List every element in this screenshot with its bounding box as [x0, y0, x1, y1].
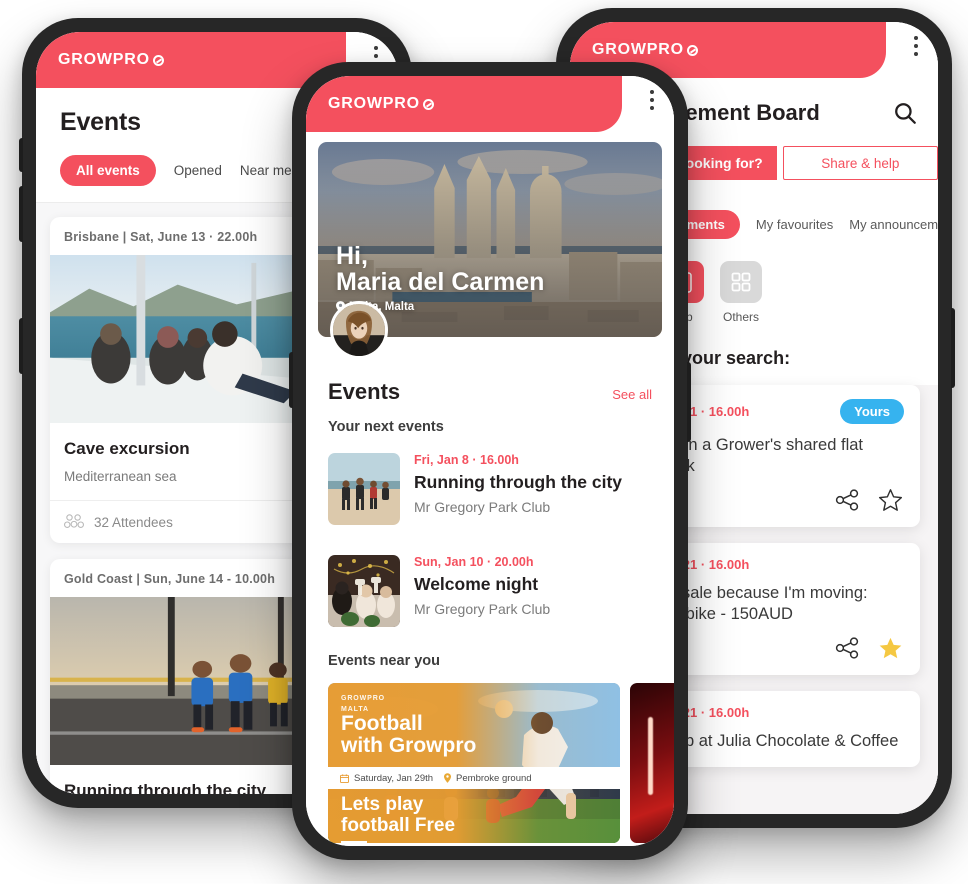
banner-title-line2: with Growpro — [341, 734, 477, 758]
people-group-icon — [64, 514, 84, 528]
next-event-row[interactable]: Fri, Jan 8 · 16.00h Running through the … — [306, 437, 674, 525]
search-icon[interactable] — [892, 100, 918, 126]
volume-button[interactable] — [289, 352, 293, 408]
greeting-text: Hi, — [336, 242, 368, 270]
banner-info-strip: Saturday, Jan 29th Pembroke ground — [328, 767, 620, 789]
events-carousel[interactable]: GROWPRO MALTA Football with Growpro Satu… — [306, 671, 674, 843]
volume-down-button[interactable] — [19, 186, 23, 242]
brand-logo-text: GROWPRO — [58, 51, 150, 68]
kebab-menu-icon[interactable] — [914, 36, 918, 56]
see-all-link[interactable]: See all — [612, 387, 652, 402]
banner-place: Pembroke ground — [456, 772, 532, 784]
brand-logo: GROWPRO — [58, 51, 164, 69]
event-place: Mr Gregory Park Club — [414, 601, 551, 617]
status-badge: Yours — [840, 399, 904, 424]
grid-squares-icon — [720, 261, 762, 303]
tab-my-announcements[interactable]: My announcements — [849, 217, 938, 232]
mute-button[interactable] — [19, 318, 23, 374]
football-banner-card[interactable]: GROWPRO MALTA Football with Growpro Satu… — [328, 683, 620, 843]
event-title: Welcome night — [414, 574, 539, 594]
center-app-bar: GROWPRO — [306, 76, 674, 132]
banner-cta: Lets play football Free — [341, 794, 456, 836]
next-event-row[interactable]: Sun, Jan 10 · 20.00h Welcome night Mr Gr… — [306, 525, 674, 627]
kebab-menu-icon[interactable] — [650, 90, 654, 110]
brand-logo: GROWPRO — [328, 95, 434, 113]
growpro-ring-icon — [686, 44, 698, 56]
beach-runners-photo — [328, 453, 400, 525]
announcement-actions — [835, 487, 904, 513]
event-attendees-label: 32 Attendees — [94, 514, 173, 530]
your-next-events-label: Your next events — [328, 419, 444, 435]
event-date: Fri, Jan 8 · 16.00h — [414, 453, 519, 467]
center-phone-screen: GROWPRO Hi, Maria del Carmen Malta, Malt… — [306, 76, 674, 846]
banner-brand-line1: GROWPRO — [341, 695, 386, 702]
banner-cta-line1: Lets play — [341, 794, 424, 815]
center-page: Hi, Maria del Carmen Malta, Malta Events… — [306, 132, 674, 846]
banner-title: Football with Growpro — [341, 712, 477, 758]
phones-mockup-canvas: GROWPRO Events All events Opened Near me… — [0, 0, 968, 884]
events-near-you-label: Events near you — [328, 653, 441, 669]
star-filled-icon[interactable] — [877, 635, 904, 661]
tab-my-favourites[interactable]: My favourites — [756, 217, 833, 232]
user-avatar-photo — [333, 304, 385, 356]
event-place: Mr Gregory Park Club — [414, 499, 551, 515]
map-pin-icon — [444, 773, 452, 783]
banner-underline — [341, 841, 367, 843]
growpro-ring-icon — [422, 98, 434, 110]
tab-near-me[interactable]: Near me — [240, 155, 292, 186]
tab-all-events[interactable]: All events — [60, 155, 156, 186]
next-banner-card[interactable] — [630, 683, 674, 843]
volume-up-button[interactable] — [19, 138, 23, 172]
brand-logo-text: GROWPRO — [592, 41, 684, 58]
center-phone-device: GROWPRO Hi, Maria del Carmen Malta, Malt… — [289, 62, 691, 860]
avatar[interactable] — [330, 301, 388, 359]
share-nodes-icon[interactable] — [835, 488, 861, 512]
party-toast-photo — [328, 555, 400, 627]
banner-cta-line2: football Free — [341, 814, 456, 836]
share-and-help-button[interactable]: Share & help — [782, 146, 938, 180]
brand-logo-text: GROWPRO — [328, 95, 420, 112]
user-name: Maria del Carmen — [336, 268, 545, 296]
brand-logo: GROWPRO — [592, 41, 698, 59]
hero-greeting: Hi, Maria del Carmen — [336, 243, 544, 295]
star-outline-icon[interactable] — [877, 487, 904, 513]
announcement-actions — [835, 635, 904, 661]
power-button[interactable] — [951, 308, 955, 388]
growpro-ring-icon — [152, 54, 164, 66]
banner-title-line1: Football — [341, 712, 423, 735]
center-app-bar-notch — [622, 76, 674, 132]
banner-date: Saturday, Jan 29th — [354, 772, 434, 784]
calendar-icon — [340, 773, 349, 783]
right-app-bar-notch — [886, 22, 938, 78]
event-date: Sun, Jan 10 · 20.00h — [414, 555, 534, 569]
events-heading: Events — [328, 379, 401, 404]
event-title: Running through the city — [414, 472, 623, 492]
category-others[interactable]: Others — [720, 261, 762, 324]
tab-opened[interactable]: Opened — [174, 155, 222, 186]
power-button[interactable] — [687, 362, 691, 442]
share-nodes-icon[interactable] — [835, 636, 861, 660]
category-others-label: Others — [722, 310, 759, 324]
